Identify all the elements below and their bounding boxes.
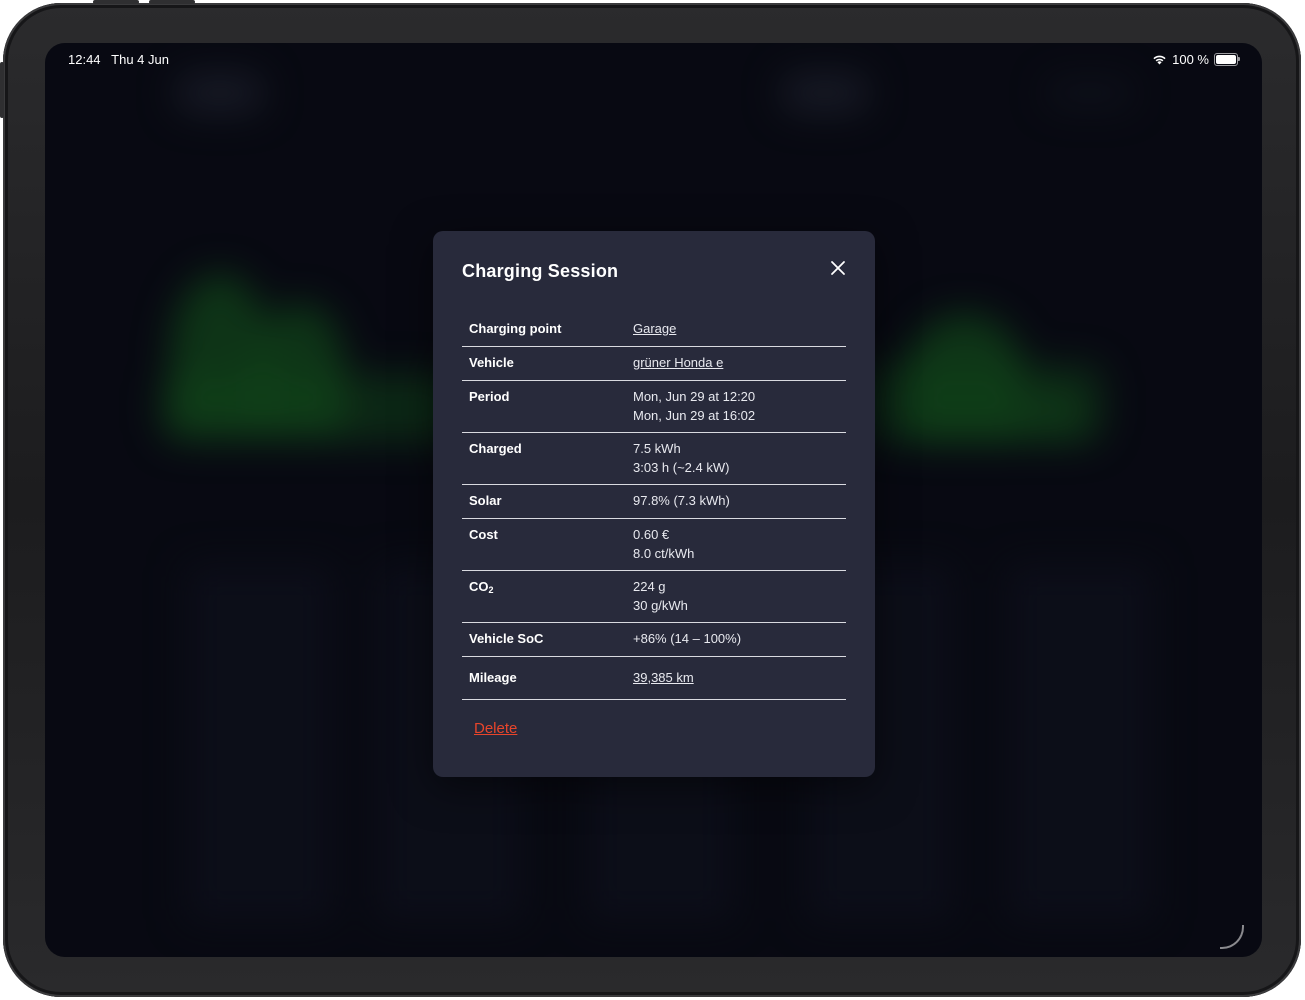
row-cost: Cost 0.60 € 8.0 ct/kWh bbox=[462, 519, 846, 571]
mileage-label: Mileage bbox=[469, 670, 517, 685]
charged-label: Charged bbox=[469, 441, 522, 456]
solar-label: Solar bbox=[469, 493, 502, 508]
row-period: Period Mon, Jun 29 at 12:20 Mon, Jun 29 … bbox=[462, 381, 846, 433]
row-charged: Charged 7.5 kWh 3:03 h (~2.4 kW) bbox=[462, 433, 846, 485]
mileage-link[interactable]: 39,385 km bbox=[633, 670, 694, 685]
delete-link[interactable]: Delete bbox=[474, 720, 517, 737]
vehicle-soc-label: Vehicle SoC bbox=[469, 631, 544, 646]
co2-per-kwh: 30 g/kWh bbox=[633, 597, 688, 613]
row-co2: CO2 224 g 30 g/kWh bbox=[462, 571, 846, 623]
period-start: Mon, Jun 29 at 12:20 bbox=[633, 389, 756, 404]
battery-percentage: 100 % bbox=[1172, 52, 1209, 67]
solar-value: 97.8% (7.3 kWh) bbox=[633, 493, 730, 508]
battery-icon bbox=[1214, 53, 1240, 66]
close-icon bbox=[831, 261, 845, 275]
vehicle-label: Vehicle bbox=[469, 355, 514, 370]
charged-duration: 3:03 h (~2.4 kW) bbox=[633, 459, 730, 475]
vehicle-link[interactable]: grüner Honda e bbox=[633, 355, 723, 370]
co2-total: 224 g bbox=[633, 579, 666, 594]
period-label: Period bbox=[469, 389, 510, 404]
status-indicators: 100 % bbox=[1152, 52, 1240, 67]
modal-title: Charging Session bbox=[462, 261, 619, 281]
co2-label: CO2 bbox=[469, 579, 494, 595]
row-vehicle: Vehicle grüner Honda e bbox=[462, 347, 846, 381]
screen: 12:44 Thu 4 Jun 100 % Charging Session C… bbox=[45, 43, 1262, 957]
close-button[interactable] bbox=[826, 256, 850, 280]
period-end: Mon, Jun 29 at 16:02 bbox=[633, 407, 756, 423]
row-vehicle-soc: Vehicle SoC +86% (14 – 100%) bbox=[462, 623, 846, 657]
row-mileage: Mileage 39,385 km bbox=[462, 657, 846, 700]
top-button bbox=[149, 0, 195, 4]
cost-total: 0.60 € bbox=[633, 527, 670, 542]
wifi-icon bbox=[1153, 55, 1166, 65]
status-date: Thu 4 Jun bbox=[111, 52, 169, 67]
charged-energy: 7.5 kWh bbox=[633, 441, 681, 456]
charging-session-modal: Charging Session Charging point Garage V… bbox=[433, 231, 875, 777]
row-solar: Solar 97.8% (7.3 kWh) bbox=[462, 485, 846, 519]
status-bar: 12:44 Thu 4 Jun 100 % bbox=[45, 43, 1262, 77]
status-time: 12:44 Thu 4 Jun bbox=[68, 52, 169, 67]
top-button bbox=[93, 0, 139, 4]
row-charging-point: Charging point Garage bbox=[462, 313, 846, 347]
cost-per-kwh: 8.0 ct/kWh bbox=[633, 545, 695, 561]
charging-point-link[interactable]: Garage bbox=[633, 321, 676, 336]
cost-label: Cost bbox=[469, 527, 498, 542]
vehicle-soc-value: +86% (14 – 100%) bbox=[633, 631, 742, 646]
side-button bbox=[0, 62, 4, 118]
charging-point-label: Charging point bbox=[469, 321, 562, 336]
session-details: Charging point Garage Vehicle grüner Hon… bbox=[462, 313, 846, 700]
